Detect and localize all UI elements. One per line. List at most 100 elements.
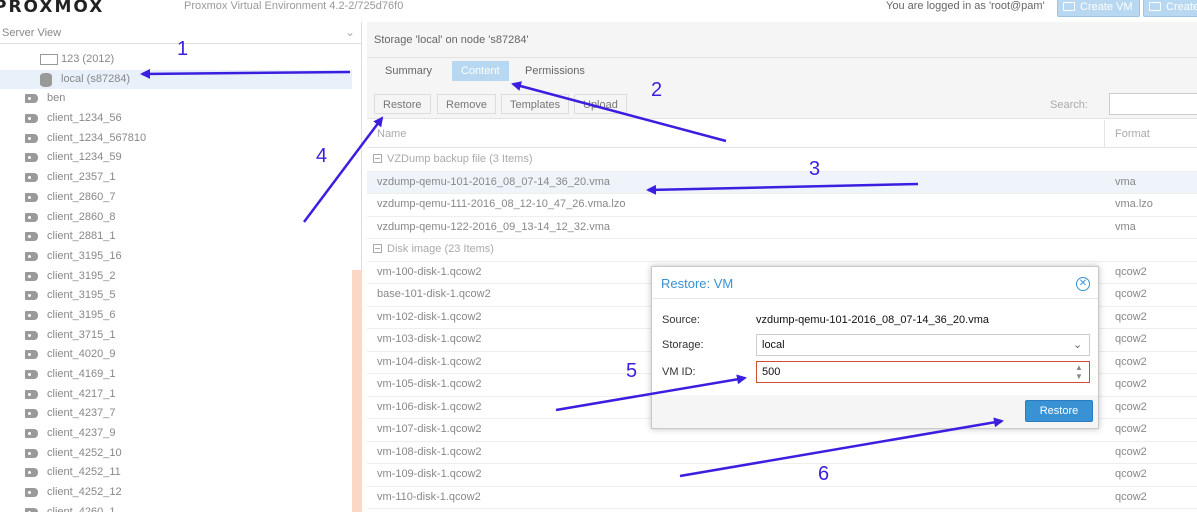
tab-permissions[interactable]: Permissions bbox=[516, 61, 594, 81]
row-name: vm-102-disk-1.qcow2 bbox=[377, 310, 482, 323]
create-vm-button[interactable]: Create VM bbox=[1057, 0, 1140, 17]
row-format: qcow2 bbox=[1115, 333, 1147, 345]
storage-icon bbox=[40, 72, 52, 87]
tree-item[interactable]: client_4237_7 bbox=[0, 404, 352, 424]
annotation-number-4: 4 bbox=[316, 145, 328, 167]
tree-item-label: client_4237_7 bbox=[47, 407, 116, 420]
tree-item[interactable]: client_3195_16 bbox=[0, 247, 352, 267]
vmid-input[interactable]: 500 ▲ ▼ bbox=[756, 361, 1090, 383]
tag-icon bbox=[25, 114, 38, 124]
table-row[interactable]: vzdump-qemu-122-2016_09_13-14_12_32.vma v… bbox=[367, 217, 1197, 239]
panel-title: Storage 'local' on node 's87284' bbox=[374, 34, 529, 46]
tree-item[interactable]: client_2860_8 bbox=[0, 208, 352, 228]
row-name: vm-104-disk-1.qcow2 bbox=[377, 355, 482, 368]
table-row[interactable]: vm-110-disk-1.qcow2 qcow2 bbox=[367, 487, 1197, 509]
tree-item-label: client_3715_1 bbox=[47, 328, 116, 341]
storage-select[interactable]: local ⌄ bbox=[756, 334, 1090, 356]
collapse-icon[interactable] bbox=[373, 154, 382, 163]
row-format: qcow2 bbox=[1115, 423, 1147, 435]
tag-icon bbox=[25, 448, 38, 458]
group-header[interactable]: VZDump backup file (3 Items) bbox=[367, 149, 1197, 172]
tree-item-label: client_4020_9 bbox=[47, 348, 116, 361]
tab-content[interactable]: Content bbox=[452, 61, 509, 81]
row-format: vma.lzo bbox=[1115, 198, 1153, 210]
tree-item[interactable]: client_4252_10 bbox=[0, 444, 352, 464]
monitor-icon bbox=[1063, 2, 1075, 11]
dialog-footer: Restore bbox=[652, 395, 1098, 428]
storage-label: Storage: bbox=[662, 339, 704, 351]
tree-item[interactable]: client_4217_1 bbox=[0, 385, 352, 405]
tree-item[interactable]: client_1234_59 bbox=[0, 148, 352, 168]
tree-item[interactable]: client_2357_1 bbox=[0, 168, 352, 188]
row-format: vma bbox=[1115, 220, 1136, 233]
restore-confirm-button[interactable]: Restore bbox=[1025, 400, 1093, 422]
tree-item-label: client_3195_6 bbox=[47, 308, 116, 321]
restore-button[interactable]: Restore bbox=[374, 94, 431, 114]
tag-icon bbox=[25, 271, 38, 281]
tag-icon bbox=[25, 330, 38, 340]
scroll-strip[interactable] bbox=[352, 270, 362, 512]
tree-item[interactable]: client_4252_12 bbox=[0, 483, 352, 503]
chevron-down-icon: ⌄ bbox=[1073, 339, 1083, 351]
table-row[interactable]: vm-109-disk-1.qcow2 qcow2 bbox=[367, 464, 1197, 487]
vmid-label: VM ID: bbox=[662, 366, 696, 378]
tree-item[interactable]: client_4260_1 bbox=[0, 503, 352, 512]
row-name: vm-109-disk-1.qcow2 bbox=[377, 468, 482, 480]
tab-summary[interactable]: Summary bbox=[376, 61, 441, 81]
tree-item[interactable]: client_4169_1 bbox=[0, 365, 352, 385]
tree-item-label: client_1234_56 bbox=[47, 112, 122, 125]
tree-item[interactable]: client_3715_1 bbox=[0, 326, 352, 346]
spinner-arrows-icon[interactable]: ▲ ▼ bbox=[1075, 363, 1083, 381]
search-input[interactable] bbox=[1109, 93, 1197, 115]
version-text: Proxmox Virtual Environment 4.2-2/725d76… bbox=[184, 0, 404, 12]
tag-icon bbox=[25, 133, 38, 143]
tree-item-label: client_4252_11 bbox=[47, 466, 121, 479]
tree-item[interactable]: client_4252_11 bbox=[0, 463, 352, 483]
tree-item[interactable]: client_1234_567810 bbox=[0, 129, 352, 149]
close-icon[interactable]: ✕ bbox=[1076, 277, 1090, 291]
resource-tree-panel: Server View ⌄ 123 (2012) local (s87284) be… bbox=[0, 22, 362, 512]
column-format[interactable]: Format bbox=[1115, 128, 1150, 140]
tree-item[interactable]: client_3195_6 bbox=[0, 306, 352, 326]
tag-icon bbox=[25, 153, 38, 163]
group-label: VZDump backup file (3 Items) bbox=[387, 153, 533, 165]
group-label: Disk image (23 Items) bbox=[387, 243, 494, 255]
tag-icon bbox=[25, 192, 38, 202]
group-header[interactable]: Disk image (23 Items) bbox=[367, 239, 1197, 262]
tree-item[interactable]: client_4020_9 bbox=[0, 345, 352, 365]
proxmox-logo: PROXMOX bbox=[0, 0, 105, 17]
upload-button[interactable]: Upload bbox=[574, 94, 627, 114]
tree-item[interactable]: client_1234_56 bbox=[0, 109, 352, 129]
tree-item[interactable]: client_4237_9 bbox=[0, 424, 352, 444]
tree-item[interactable]: local (s87284) bbox=[0, 69, 352, 90]
tree-item-label: 123 (2012) bbox=[61, 53, 115, 65]
templates-button[interactable]: Templates bbox=[501, 94, 570, 114]
tree-item[interactable]: 123 (2012) bbox=[0, 50, 352, 70]
row-name: vm-105-disk-1.qcow2 bbox=[377, 378, 482, 390]
table-row[interactable]: vm-108-disk-1.qcow2 qcow2 bbox=[367, 442, 1197, 464]
tree-item-label: ben bbox=[47, 92, 66, 105]
tree-item[interactable]: client_2881_1 bbox=[0, 227, 352, 247]
collapse-icon[interactable] bbox=[373, 244, 382, 253]
vm-icon bbox=[40, 54, 58, 65]
annotation-number-2: 2 bbox=[651, 79, 663, 101]
tree-item[interactable]: ben bbox=[0, 89, 352, 109]
remove-button[interactable]: Remove bbox=[437, 94, 496, 114]
row-name: vzdump-qemu-122-2016_09_13-14_12_32.vma bbox=[377, 220, 610, 233]
tag-icon bbox=[25, 389, 38, 399]
top-bar: PROXMOX Proxmox Virtual Environment 4.2-… bbox=[0, 0, 1197, 18]
tree-item[interactable]: client_3195_5 bbox=[0, 286, 352, 306]
tree-item[interactable]: client_2860_7 bbox=[0, 188, 352, 208]
tree-item-label: client_2860_7 bbox=[47, 190, 116, 203]
tree-item-label: client_2860_8 bbox=[47, 210, 116, 223]
tree-item-label: local (s87284) bbox=[61, 72, 131, 85]
row-format: qcow2 bbox=[1115, 265, 1147, 278]
table-row[interactable]: vzdump-qemu-101-2016_08_07-14_36_20.vma v… bbox=[367, 171, 1197, 194]
row-format: qcow2 bbox=[1115, 445, 1147, 458]
tree-item-label: client_4217_1 bbox=[47, 387, 116, 400]
table-row[interactable]: vzdump-qemu-111-2016_08_12-10_47_26.vma.… bbox=[367, 194, 1197, 217]
column-name[interactable]: Name bbox=[377, 128, 406, 140]
create-ct-button[interactable]: Create bbox=[1143, 0, 1197, 17]
tag-icon bbox=[25, 94, 38, 104]
tree-item[interactable]: client_3195_2 bbox=[0, 267, 352, 287]
